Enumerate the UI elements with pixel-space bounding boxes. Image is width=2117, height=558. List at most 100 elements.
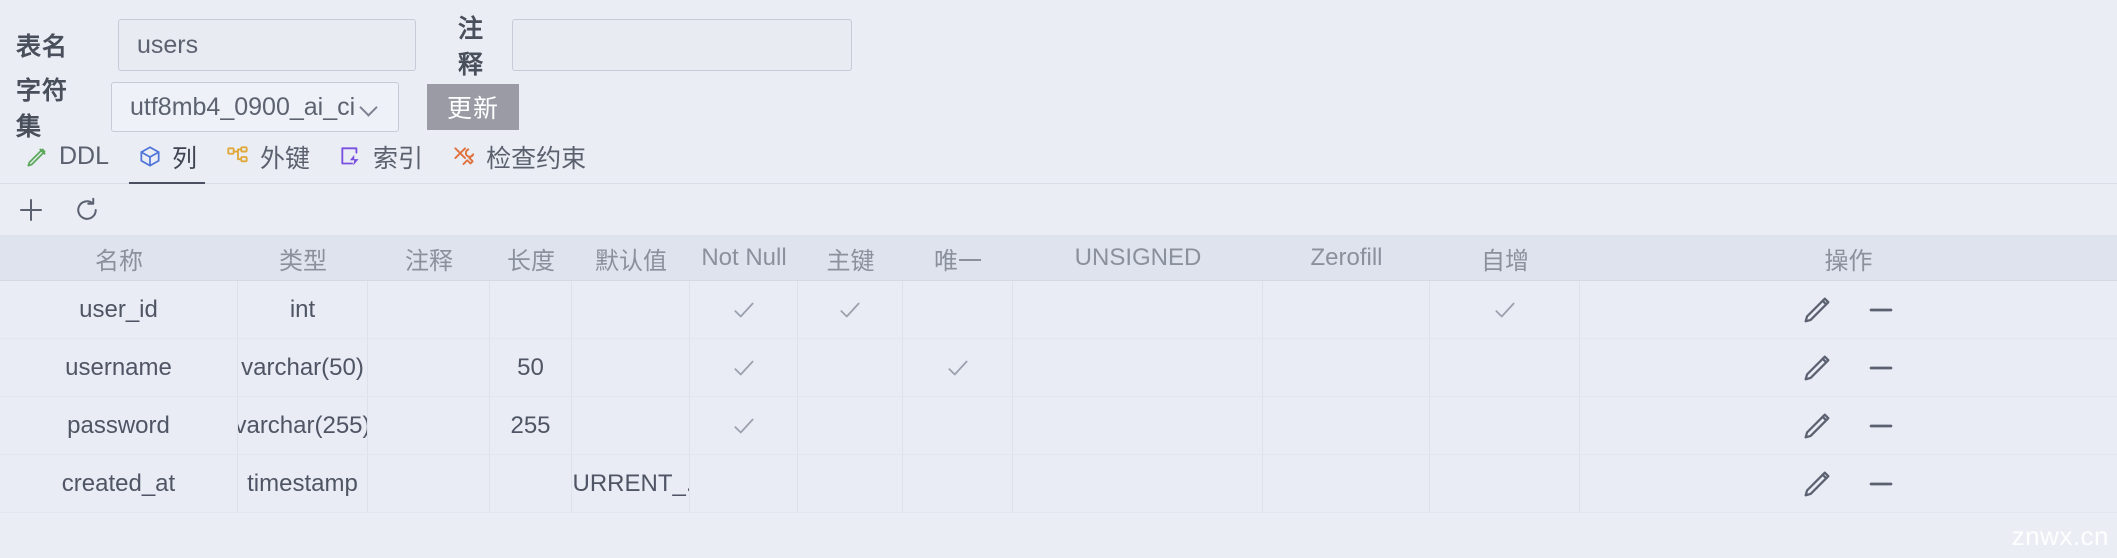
cell-name[interactable]: created_at [0, 455, 238, 512]
cell-actions [1580, 455, 2117, 512]
cell-unique[interactable] [903, 339, 1013, 396]
foreign-key-icon [225, 144, 251, 170]
cell-type[interactable]: int [238, 281, 368, 338]
cell-unique[interactable] [903, 455, 1013, 512]
header-zerofill[interactable]: Zerofill [1263, 236, 1430, 280]
columns-grid: 名称 类型 注释 长度 默认值 Not Null 主键 唯一 UNSIGNED … [0, 236, 2117, 513]
comment-label: 注释 [458, 15, 485, 79]
cell-not-null[interactable] [690, 397, 798, 454]
tab-foreign-keys-label: 外键 [260, 144, 311, 173]
tools-icon [451, 144, 477, 170]
tab-foreign-keys[interactable]: 外键 [211, 138, 324, 183]
cell-length[interactable]: 255 [490, 397, 572, 454]
cell-name[interactable]: user_id [0, 281, 238, 338]
header-primary-key[interactable]: 主键 [798, 236, 903, 280]
cell-zerofill[interactable] [1263, 281, 1430, 338]
edit-icon[interactable] [1800, 293, 1834, 327]
tab-ddl-label: DDL [59, 142, 110, 170]
cell-unsigned[interactable] [1013, 339, 1263, 396]
cell-auto-increment[interactable] [1430, 281, 1580, 338]
cell-type[interactable]: timestamp [238, 455, 368, 512]
header-unique[interactable]: 唯一 [903, 236, 1013, 280]
cell-primary-key[interactable] [798, 397, 903, 454]
cell-type[interactable]: varchar(255) [238, 397, 368, 454]
cell-zerofill[interactable] [1263, 339, 1430, 396]
cell-actions [1580, 281, 2117, 338]
tab-columns[interactable]: 列 [123, 138, 211, 184]
cell-auto-increment[interactable] [1430, 455, 1580, 512]
cell-comment[interactable] [368, 281, 490, 338]
header-auto-increment[interactable]: 自增 [1430, 236, 1580, 280]
tab-indexes[interactable]: 索引 [324, 138, 437, 183]
table-name-input[interactable]: users [118, 19, 416, 71]
watermark: znwx.cn [2011, 521, 2109, 551]
cell-name[interactable]: username [0, 339, 238, 396]
tab-check-constraints[interactable]: 检查约束 [437, 138, 600, 183]
cell-length[interactable] [490, 281, 572, 338]
refresh-icon[interactable] [72, 195, 102, 225]
table-name-row: 表名 users 注释 [0, 14, 2117, 79]
cell-default[interactable]: CURRENT_... [572, 455, 690, 512]
table-row[interactable]: user_id int [0, 281, 2117, 339]
grid-header-row: 名称 类型 注释 长度 默认值 Not Null 主键 唯一 UNSIGNED … [0, 236, 2117, 281]
header-name[interactable]: 名称 [0, 236, 238, 280]
table-row[interactable]: password varchar(255) 255 [0, 397, 2117, 455]
cell-zerofill[interactable] [1263, 397, 1430, 454]
cell-primary-key[interactable] [798, 281, 903, 338]
chevron-down-icon [360, 101, 380, 113]
cube-icon [137, 144, 163, 170]
tab-ddl[interactable]: DDL [10, 138, 123, 183]
cell-not-null[interactable] [690, 339, 798, 396]
delete-icon[interactable] [1864, 467, 1898, 501]
cell-not-null[interactable] [690, 281, 798, 338]
table-designer-page: 表名 users 注释 字符集 utf8mb4_0900_ai_ci 更新 DD… [0, 0, 2117, 558]
cell-auto-increment[interactable] [1430, 397, 1580, 454]
charset-row: 字符集 utf8mb4_0900_ai_ci 更新 [0, 76, 2117, 141]
header-not-null[interactable]: Not Null [690, 236, 798, 280]
charset-select[interactable]: utf8mb4_0900_ai_ci [111, 82, 399, 132]
add-icon[interactable] [16, 195, 46, 225]
tab-bar: DDL 列 外键 索引 检查约束 [0, 138, 2117, 184]
header-unsigned[interactable]: UNSIGNED [1013, 236, 1263, 280]
charset-select-value: utf8mb4_0900_ai_ci [130, 92, 356, 121]
header-default[interactable]: 默认值 [572, 236, 690, 280]
cell-default[interactable] [572, 397, 690, 454]
cell-unique[interactable] [903, 397, 1013, 454]
cell-type[interactable]: varchar(50) [238, 339, 368, 396]
table-name-label: 表名 [16, 33, 69, 61]
update-button[interactable]: 更新 [427, 84, 519, 130]
edit-icon[interactable] [1800, 467, 1834, 501]
table-row[interactable]: username varchar(50) 50 [0, 339, 2117, 397]
delete-icon[interactable] [1864, 293, 1898, 327]
cell-default[interactable] [572, 339, 690, 396]
comment-input[interactable] [512, 19, 852, 71]
cell-zerofill[interactable] [1263, 455, 1430, 512]
cell-not-null[interactable] [690, 455, 798, 512]
cell-name[interactable]: password [0, 397, 238, 454]
cell-primary-key[interactable] [798, 455, 903, 512]
cell-length[interactable]: 50 [490, 339, 572, 396]
cell-comment[interactable] [368, 397, 490, 454]
edit-icon[interactable] [1800, 351, 1834, 385]
header-type[interactable]: 类型 [238, 236, 368, 280]
cell-unsigned[interactable] [1013, 455, 1263, 512]
cell-unique[interactable] [903, 281, 1013, 338]
header-comment[interactable]: 注释 [368, 236, 490, 280]
cell-primary-key[interactable] [798, 339, 903, 396]
cell-unsigned[interactable] [1013, 397, 1263, 454]
cell-comment[interactable] [368, 455, 490, 512]
cell-unsigned[interactable] [1013, 281, 1263, 338]
header-actions: 操作 [1824, 247, 1873, 275]
delete-icon[interactable] [1864, 351, 1898, 385]
cell-actions [1580, 339, 2117, 396]
delete-icon[interactable] [1864, 409, 1898, 443]
pencil-icon [24, 144, 50, 170]
header-length[interactable]: 长度 [490, 236, 572, 280]
edit-icon[interactable] [1800, 409, 1834, 443]
cell-length[interactable] [490, 455, 572, 512]
cell-auto-increment[interactable] [1430, 339, 1580, 396]
cell-comment[interactable] [368, 339, 490, 396]
table-row[interactable]: created_attimestamp CURRENT_... [0, 455, 2117, 513]
tab-columns-label: 列 [172, 144, 198, 173]
cell-default[interactable] [572, 281, 690, 338]
